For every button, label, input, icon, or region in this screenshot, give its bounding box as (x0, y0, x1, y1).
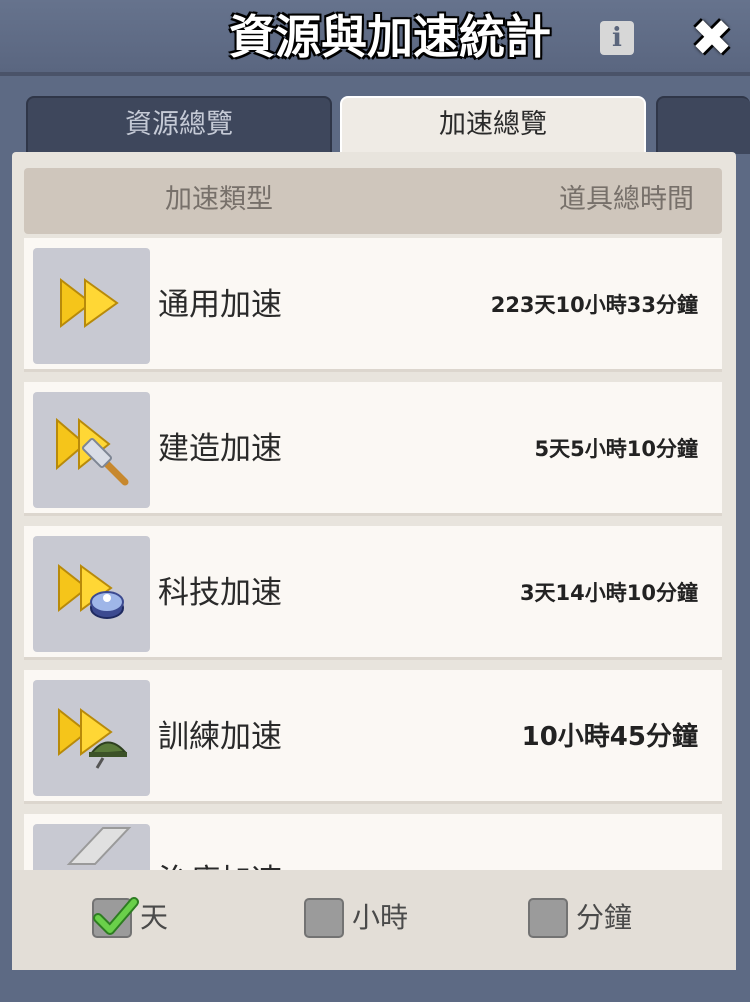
option-minutes-label: 分鐘 (576, 901, 633, 934)
tab-resources-overview[interactable]: 資源總覽 (26, 96, 332, 154)
checkmark-icon (93, 897, 139, 935)
row-label: 治療加速 (158, 814, 282, 870)
option-days-label: 天 (140, 901, 169, 934)
row-time: 3天14小時10分鐘 (519, 581, 698, 605)
tab-partial[interactable] (656, 96, 750, 154)
header-bar: 資源與加速統計 i ✖ (0, 0, 750, 76)
row-label: 科技加速 (158, 575, 282, 611)
speedup-research-flask-icon (33, 536, 150, 652)
checkbox-minutes[interactable] (528, 898, 568, 938)
speedup-list[interactable]: 通用加速 223天10小時33分鐘 建造加速 5天5小時10分鐘 科技加速 3天… (24, 238, 722, 870)
row-label: 建造加速 (158, 431, 282, 467)
checkbox-hours[interactable] (304, 898, 344, 938)
row-time: 10小時45分鐘 (521, 722, 698, 752)
table-header: 加速類型 道具總時間 (24, 168, 722, 234)
time-unit-footer: 天 小時 分鐘 (12, 870, 736, 970)
checkbox-days[interactable] (92, 897, 139, 938)
row-label: 訓練加速 (158, 719, 282, 755)
list-item[interactable]: 通用加速 223天10小時33分鐘 (24, 238, 722, 372)
list-item[interactable]: 治療加速 (24, 814, 722, 870)
speedup-training-helmet-icon (33, 680, 150, 796)
row-time: 5天5小時10分鐘 (534, 437, 698, 461)
list-item[interactable]: 科技加速 3天14小時10分鐘 (24, 526, 722, 660)
option-hours-label: 小時 (352, 901, 409, 934)
row-time: 223天10小時33分鐘 (490, 293, 698, 317)
speedup-general-icon (33, 248, 150, 364)
tab-speedup-overview[interactable]: 加速總覽 (340, 96, 646, 154)
speedup-healing-icon (33, 824, 150, 870)
close-icon[interactable]: ✖ (686, 10, 738, 66)
page-title: 資源與加速統計 (229, 10, 551, 64)
column-header-type: 加速類型 (165, 184, 273, 215)
list-item[interactable]: 訓練加速 10小時45分鐘 (24, 670, 722, 804)
column-header-time: 道具總時間 (559, 184, 694, 215)
info-icon[interactable]: i (600, 21, 634, 55)
speedup-build-hammer-icon (33, 392, 150, 508)
list-item[interactable]: 建造加速 5天5小時10分鐘 (24, 382, 722, 516)
row-label: 通用加速 (158, 287, 282, 323)
